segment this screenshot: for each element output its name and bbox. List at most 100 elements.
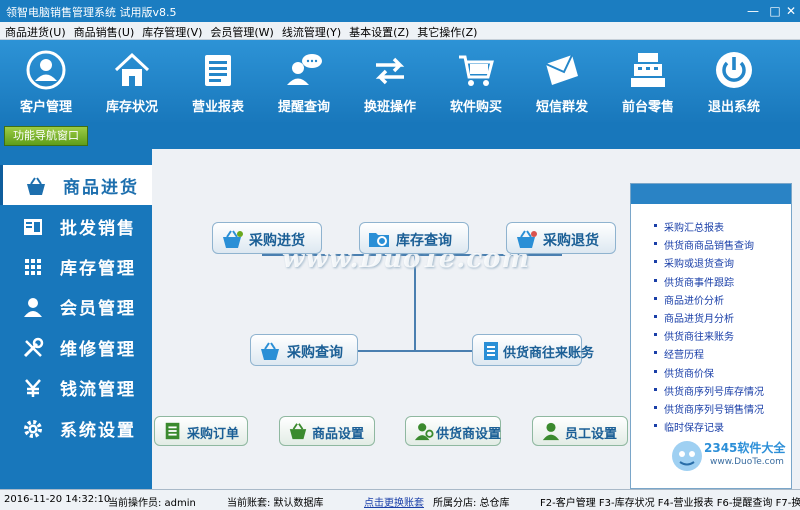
quick-link-item[interactable]: 经营历程: [654, 346, 704, 362]
basket-icon: [27, 177, 45, 195]
quick-link-label: 采购汇总报表: [664, 223, 724, 234]
toolbar-buy-button[interactable]: 软件购买: [433, 40, 519, 122]
switch-account-link[interactable]: 点击更换账套: [364, 494, 424, 509]
quick-link-item[interactable]: 临时保存记录: [654, 419, 724, 434]
quick-link-item[interactable]: 供货商商品销售查询: [654, 237, 754, 253]
menu-cashflow[interactable]: 线流管理(Y): [277, 22, 344, 40]
quick-link-label: 供货商商品销售查询: [664, 241, 754, 253]
purchase-return-button[interactable]: 采购退货: [506, 222, 616, 254]
quick-link-label: 供货商价保: [664, 368, 714, 380]
sidebar-item-label: 商品进货: [63, 178, 139, 198]
gear-icon: [24, 420, 42, 438]
cart-icon: [459, 55, 494, 86]
quick-link-item[interactable]: 供货商序列号库存情况: [654, 383, 764, 398]
folder-search-icon: [369, 233, 389, 247]
sidebar-item-member[interactable]: 会员管理: [0, 286, 152, 326]
title-bar: 领智电脑销售管理系统 试用版v8.5 — □ ✕: [0, 0, 800, 22]
chat-user-icon: [287, 54, 322, 85]
flow-connector: [357, 350, 477, 352]
staff-setting-button[interactable]: 员工设置: [532, 416, 628, 446]
supplier-account-button[interactable]: 供货商往来账务: [472, 334, 594, 366]
status-branch: 所属分店: 总仓库: [433, 498, 510, 509]
toolbar-shift-button[interactable]: 换班操作: [347, 40, 433, 122]
sidebar-item-purchase[interactable]: 商品进货: [0, 165, 152, 205]
power-icon: [716, 52, 752, 88]
function-nav-button[interactable]: 功能导航窗口: [4, 126, 88, 146]
sidebar-item-label: 批发销售: [60, 219, 136, 239]
person-gear-icon: [414, 423, 434, 441]
quick-link-item[interactable]: 采购汇总报表: [654, 219, 724, 234]
supplier-setting-button[interactable]: 供货商设置: [405, 416, 501, 446]
envelope-icon: [545, 54, 578, 85]
sidebar-item-inventory[interactable]: 库存管理: [0, 246, 152, 286]
user-circle-icon: [26, 50, 66, 90]
quick-link-item[interactable]: 供货商事件跟踪: [654, 274, 734, 289]
toolbar-retail-button[interactable]: 前台零售: [605, 40, 691, 122]
goods-setting-button[interactable]: 商品设置: [279, 416, 375, 446]
quick-link-item[interactable]: 供货商价保: [654, 365, 714, 380]
menu-purchase[interactable]: 商品进货(U): [0, 22, 69, 40]
person-icon: [542, 422, 560, 441]
toolbar-label: 换班操作: [363, 100, 416, 115]
status-datetime: 2016-11-20 14:32:10: [4, 494, 111, 505]
sidebar: 商品进货 批发销售 库存管理 会员管理 维修管理 钱流管理 系统设置: [0, 149, 152, 489]
basket-gear-icon: [289, 423, 307, 440]
toolbar-label: 短信群发: [535, 100, 588, 115]
menu-member[interactable]: 会员管理(W): [205, 22, 276, 40]
bullet-icon: [654, 224, 657, 227]
quick-link-item[interactable]: 商品进价分析: [654, 292, 724, 307]
sidebar-item-label: 钱流管理: [60, 380, 136, 400]
quick-link-item[interactable]: 供货商往来账务: [654, 328, 734, 343]
toolbar-stock-button[interactable]: 库存状况: [89, 40, 175, 122]
sidebar-item-wholesale[interactable]: 批发销售: [0, 206, 152, 246]
quick-link-label: 经营历程: [664, 350, 704, 362]
toolbar-sms-button[interactable]: 短信群发: [519, 40, 605, 122]
bullet-icon: [654, 260, 657, 264]
purchase-query-button[interactable]: 采购查询: [250, 334, 358, 366]
quick-link-item[interactable]: 商品进货月分析: [654, 310, 734, 325]
toolbar-label: 前台零售: [621, 100, 674, 115]
toolbar-report-button[interactable]: 营业报表: [175, 40, 261, 122]
quick-link-label: 商品进价分析: [664, 295, 724, 307]
toolbar-exit-button[interactable]: 退出系统: [691, 40, 777, 122]
toolbar-label: 退出系统: [707, 100, 760, 115]
quick-link-item[interactable]: 采购或退货查询: [654, 255, 734, 270]
button-label: 采购进货: [249, 233, 305, 249]
button-label: 库存查询: [396, 233, 452, 249]
minimize-icon[interactable]: —: [742, 2, 764, 20]
menu-sales[interactable]: 商品销售(U): [69, 22, 138, 40]
menu-other[interactable]: 其它操作(Z): [412, 22, 480, 40]
button-label: 采购订单: [187, 427, 240, 442]
button-label: 采购退货: [543, 233, 599, 249]
quick-link-item[interactable]: 供货商序列号销售情况: [654, 401, 764, 416]
sidebar-item-repair[interactable]: 维修管理: [0, 327, 152, 367]
purchase-order-button[interactable]: 采购订单: [154, 416, 248, 446]
status-bar: 2016-11-20 14:32:10 当前操作员: admin 当前账套: 默…: [0, 489, 800, 510]
bullet-icon: [654, 424, 657, 428]
toolbar-reminder-button[interactable]: 提醒查询: [261, 40, 347, 122]
bullet-icon: [654, 315, 657, 318]
menu-settings[interactable]: 基本设置(Z): [344, 22, 412, 40]
sidebar-item-label: 会员管理: [60, 299, 136, 319]
nav-strip: 功能导航窗口: [0, 122, 800, 149]
status-shortcuts: F2-客户管理 F3-库存状况 F4-营业报表 F6-提醒查询 F7-换: [540, 498, 800, 509]
basket-icon: [223, 230, 243, 248]
order-sheet-icon: [165, 422, 180, 440]
status-operator: 当前操作员: admin: [108, 498, 196, 509]
status-account: 当前账套: 默认数据库: [227, 498, 324, 509]
toolbar-label: 软件购买: [449, 100, 502, 115]
sidebar-item-settings[interactable]: 系统设置: [0, 408, 152, 448]
button-label: 供货商往来账务: [503, 346, 595, 361]
yen-icon: [25, 379, 41, 397]
menu-inventory[interactable]: 库存管理(V): [137, 22, 205, 40]
stock-query-button[interactable]: 库存查询: [359, 222, 469, 254]
report-icon: [205, 55, 231, 86]
toolbar-label: 提醒查询: [277, 100, 330, 115]
button-label: 员工设置: [565, 427, 618, 442]
close-icon[interactable]: ✕: [780, 2, 800, 20]
cash-register-icon: [631, 53, 665, 87]
sidebar-item-cashflow[interactable]: 钱流管理: [0, 367, 152, 407]
toolbar-customer-button[interactable]: 客户管理: [3, 40, 89, 122]
tools-icon: [23, 337, 44, 358]
purchase-in-button[interactable]: 采购进货: [212, 222, 322, 254]
